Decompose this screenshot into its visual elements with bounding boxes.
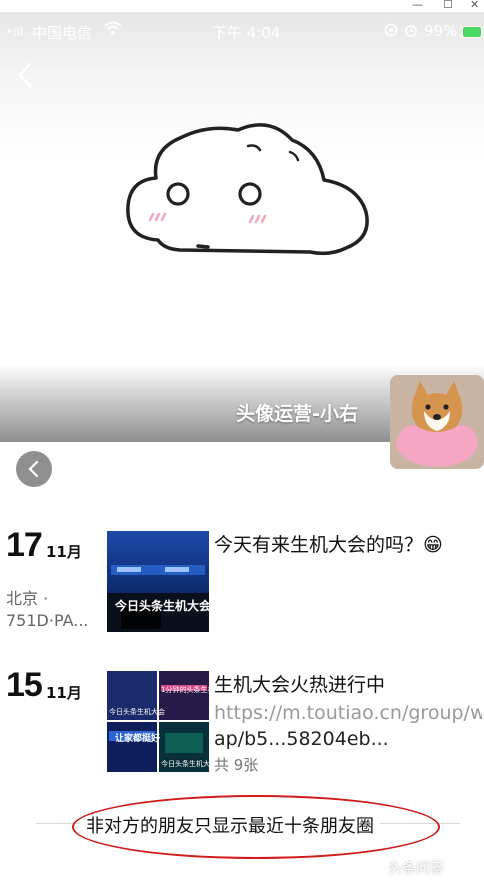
post-link-line[interactable]: https://m.toutiao.cn/group/w — [214, 700, 482, 726]
status-bar: •ıll 中国电信 下午 4:04 99% — [0, 12, 484, 52]
chevron-left-icon — [18, 62, 32, 88]
profile-avatar[interactable] — [390, 375, 484, 469]
rotation-lock-icon — [384, 23, 398, 41]
cloud-illustration — [120, 110, 380, 270]
profile-nickname: 头像运营-小右 — [236, 403, 358, 425]
grin-emoji-icon: 😁 — [423, 534, 443, 556]
carrier-label: 中国电信 — [32, 24, 93, 42]
post-day: 15 — [6, 666, 43, 704]
close-button[interactable]: ✕ — [470, 0, 479, 11]
maximize-button[interactable]: ☐ — [443, 0, 453, 11]
image-caption: 今日头条生机大会 — [109, 708, 165, 716]
image-banner: 今日头条生机大会 — [115, 599, 209, 613]
post-text: 今天有来生机大会的吗？😁 — [214, 532, 482, 558]
post-month: 11月 — [46, 543, 82, 561]
red-annotation-circle — [72, 795, 440, 859]
minimize-button[interactable]: — — [412, 0, 423, 11]
signal-icon: •ıll — [6, 25, 24, 39]
post-text-content: 今天有来生机大会的吗？ — [214, 534, 424, 556]
post-day: 17 — [6, 526, 43, 564]
post-location[interactable]: 北京 · 751D·PA... — [6, 588, 101, 632]
post-month: 11月 — [46, 684, 82, 702]
image-count: 共 9张 — [214, 756, 259, 774]
back-button[interactable] — [12, 58, 38, 92]
chevron-left-icon — [28, 460, 39, 478]
battery-percent: 99% — [424, 22, 458, 40]
image-caption: 1分钟的头条生机大会 — [161, 686, 209, 694]
alarm-icon — [404, 23, 418, 41]
round-back-button[interactable] — [16, 451, 52, 487]
window-title-bar: — ☐ ✕ — [0, 0, 484, 12]
image-caption: 今日头条生机大会 — [161, 760, 209, 768]
watermark: 头条问答 — [388, 861, 444, 877]
battery-icon — [462, 24, 484, 42]
post-text: 生机大会火热进行中 — [214, 674, 386, 696]
post-image-grid[interactable]: 今日头条生机大会 1分钟的头条生机大会 让家都挺好 今日头条生机大会 — [107, 671, 209, 772]
clock-time: 下午 4:04 — [212, 24, 281, 42]
post-link-line[interactable]: ap/b5...58204eb... — [214, 726, 482, 752]
wifi-icon — [103, 20, 123, 40]
image-caption: 让家都挺好 — [115, 734, 161, 744]
post-image[interactable]: 今日头条生机大会 — [107, 531, 209, 632]
